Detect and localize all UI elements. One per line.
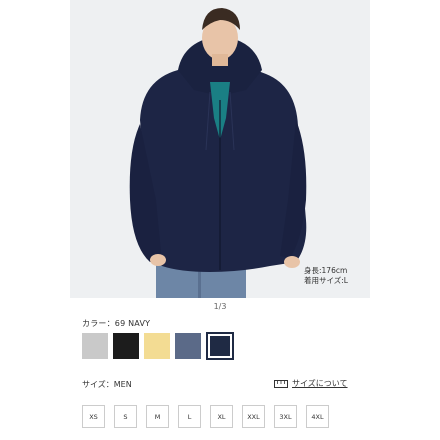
color-swatches — [82, 332, 234, 361]
color-swatch-yellow[interactable] — [144, 333, 170, 359]
color-swatch-navy[interactable] — [206, 332, 234, 360]
size-option-m[interactable]: M — [146, 405, 169, 428]
size-option-xl[interactable]: XL — [210, 405, 233, 428]
image-pager: 1/3 — [213, 302, 227, 311]
size-guide-label: サイズについて — [292, 379, 348, 388]
model-size: 着用サイズ:L — [304, 276, 348, 285]
color-label: カラー：69 NAVY — [82, 319, 151, 328]
size-option-xs[interactable]: XS — [82, 405, 105, 428]
size-option-l[interactable]: L — [178, 405, 201, 428]
swatch-fill — [210, 336, 230, 356]
size-option-s[interactable]: S — [114, 405, 137, 428]
color-swatch-blue[interactable] — [175, 333, 201, 359]
size-option-4xl[interactable]: 4XL — [306, 405, 329, 428]
color-swatch-gray[interactable] — [82, 333, 108, 359]
model-height: 身長:176cm — [304, 266, 348, 275]
model-info: 身長:176cm 着用サイズ:L — [304, 266, 370, 286]
model-photo — [70, 0, 370, 298]
ruler-icon — [274, 379, 288, 388]
color-swatch-black[interactable] — [113, 333, 139, 359]
size-options: XS S M L XL XXL 3XL 4XL — [82, 405, 329, 428]
product-image[interactable] — [70, 0, 370, 298]
size-option-xxl[interactable]: XXL — [242, 405, 265, 428]
size-guide-link[interactable]: サイズについて — [274, 378, 348, 389]
size-option-3xl[interactable]: 3XL — [274, 405, 297, 428]
size-label: サイズ：MEN — [82, 380, 132, 389]
